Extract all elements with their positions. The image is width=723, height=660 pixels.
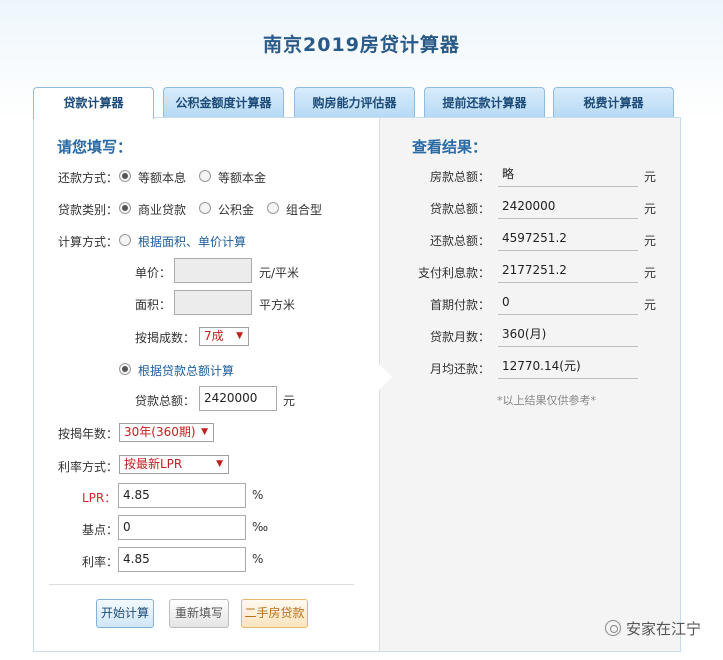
mortgage-ratio-select[interactable]: 7成 ▼ <box>199 327 249 346</box>
area-label: 面积： <box>135 298 172 312</box>
tab-affordability[interactable]: 购房能力评估器 <box>294 87 415 118</box>
result-unit-loan-total: 元 <box>644 202 657 216</box>
mortgage-ratio-label: 按揭成数： <box>135 331 196 345</box>
chevron-down-icon: ▼ <box>216 459 223 469</box>
result-label-repay-total: 还款总额： <box>429 234 490 248</box>
tab-tax[interactable]: 税费计算器 <box>553 87 674 118</box>
unit-price-unit: 元/平米 <box>259 266 300 280</box>
result-label-loan-total: 贷款总额： <box>429 202 490 216</box>
result-unit-interest: 元 <box>644 266 657 280</box>
result-value-house-total: 略 <box>498 163 638 187</box>
result-value-loan-total: 2420000 <box>498 195 638 219</box>
years-select[interactable]: 30年(360期) ▼ <box>119 423 214 442</box>
years-value: 30年(360期) <box>124 425 196 439</box>
lpr-input[interactable]: 4.85 <box>118 483 246 508</box>
result-value-down-payment: 0 <box>498 291 638 315</box>
lpr-unit: % <box>252 488 264 502</box>
watermark: 安家在江宁 <box>604 618 701 639</box>
radio-equal-principal[interactable] <box>199 170 211 182</box>
radio-equal-installment[interactable] <box>119 170 131 182</box>
unit-price-label: 单价： <box>135 266 172 280</box>
pane-arrow <box>379 364 392 390</box>
result-label-down-payment: 首期付款： <box>429 298 490 312</box>
calculate-button[interactable]: 开始计算 <box>96 599 154 628</box>
form-divider <box>49 584 354 585</box>
result-unit-house-total: 元 <box>644 170 657 184</box>
basis-point-input[interactable]: 0 <box>118 515 246 540</box>
results-pane: 查看结果： 房款总额： 略 元 贷款总额： 2420000 元 还款总额： 45… <box>379 118 680 651</box>
rate-method-select[interactable]: 按最新LPR ▼ <box>119 455 229 474</box>
rate-unit: % <box>252 552 264 566</box>
rate-method-value: 按最新LPR <box>124 457 183 471</box>
area-unit: 平方米 <box>259 298 296 312</box>
loan-total-label: 贷款总额： <box>135 394 196 408</box>
chevron-down-icon: ▼ <box>236 331 243 341</box>
radio-equal-installment-label: 等额本息 <box>138 171 187 185</box>
tab-prepayment[interactable]: 提前还款计算器 <box>424 87 545 118</box>
result-value-months: 360(月) <box>498 323 638 347</box>
form-heading: 请您填写： <box>57 138 133 156</box>
tab-loan-calculator[interactable]: 贷款计算器 <box>33 87 154 119</box>
results-note: *以上结果仅供参考* <box>497 394 596 407</box>
watermark-text: 安家在江宁 <box>625 620 701 638</box>
radio-by-total-label: 根据贷款总额计算 <box>138 364 235 378</box>
second-hand-loan-button[interactable]: 二手房贷款 <box>241 599 308 628</box>
radio-combined[interactable] <box>267 202 279 214</box>
radio-provident-fund-label: 公积金 <box>218 203 255 217</box>
result-unit-down-payment: 元 <box>644 298 657 312</box>
result-label-house-total: 房款总额： <box>429 170 490 184</box>
result-unit-repay-total: 元 <box>644 234 657 248</box>
rate-input[interactable]: 4.85 <box>118 547 246 572</box>
rate-method-label: 利率方式： <box>58 460 119 474</box>
chevron-down-icon: ▼ <box>201 427 208 437</box>
radio-commercial-loan-label: 商业贷款 <box>138 203 187 217</box>
radio-equal-principal-label: 等额本金 <box>218 171 267 185</box>
input-pane: 请您填写： 还款方式： 等额本息 等额本金 贷款类别： 商业贷款 公积金 组合型… <box>34 118 379 651</box>
radio-combined-label: 组合型 <box>286 203 323 217</box>
basis-point-unit: ‰ <box>252 520 269 534</box>
calc-method-label: 计算方式： <box>58 235 119 249</box>
result-value-repay-total: 4597251.2 <box>498 227 638 251</box>
tab-provident-fund[interactable]: 公积金额度计算器 <box>163 87 284 118</box>
unit-price-input[interactable] <box>174 258 252 283</box>
result-value-interest: 2177251.2 <box>498 259 638 283</box>
repay-method-label: 还款方式： <box>58 171 119 185</box>
results-heading: 查看结果： <box>412 138 488 156</box>
calculator-panel: 请您填写： 还款方式： 等额本息 等额本金 贷款类别： 商业贷款 公积金 组合型… <box>33 117 681 652</box>
wechat-logo-icon <box>604 620 621 636</box>
radio-provident-fund[interactable] <box>199 202 211 214</box>
radio-by-area[interactable] <box>119 234 131 246</box>
page-title: 南京2019房贷计算器 <box>263 34 460 56</box>
basis-point-label: 基点： <box>82 523 119 537</box>
rate-label: 利率： <box>82 555 119 569</box>
mortgage-ratio-value: 7成 <box>204 329 224 343</box>
radio-by-total[interactable] <box>119 363 131 375</box>
result-label-interest: 支付利息款： <box>417 266 490 280</box>
years-label: 按揭年数： <box>58 427 119 441</box>
radio-commercial-loan[interactable] <box>119 202 131 214</box>
loan-type-label: 贷款类别： <box>58 203 119 217</box>
reset-button[interactable]: 重新填写 <box>169 599 229 628</box>
loan-total-input[interactable]: 2420000 <box>199 386 277 411</box>
area-input[interactable] <box>174 290 252 315</box>
tab-bar: 贷款计算器 公积金额度计算器 购房能力评估器 提前还款计算器 税费计算器 <box>33 87 693 119</box>
result-value-monthly: 12770.14(元) <box>498 355 638 379</box>
loan-total-unit: 元 <box>283 394 296 408</box>
lpr-label: LPR： <box>82 491 117 505</box>
result-label-monthly: 月均还款： <box>429 362 490 376</box>
result-label-months: 贷款月数： <box>429 330 490 344</box>
radio-by-area-label: 根据面积、单价计算 <box>138 235 247 249</box>
